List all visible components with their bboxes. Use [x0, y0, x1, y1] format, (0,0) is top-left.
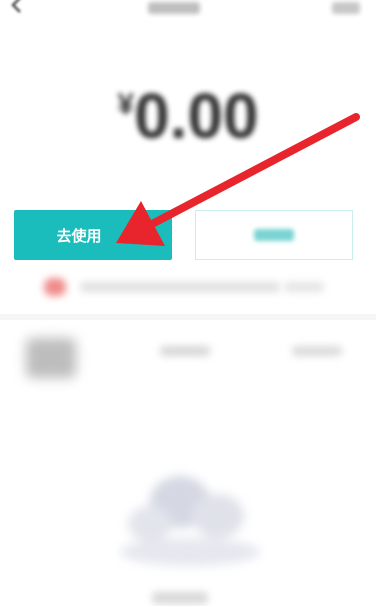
top-bar	[0, 0, 376, 24]
notice-row[interactable]	[30, 272, 350, 300]
secondary-button-label	[254, 229, 294, 241]
currency-symbol: ¥	[117, 88, 135, 121]
notice-text	[80, 282, 280, 292]
page-title	[148, 2, 200, 14]
record-column-label	[160, 346, 210, 356]
notice-icon	[44, 278, 66, 296]
notice-link[interactable]	[284, 282, 324, 292]
balance-amount: ¥0.00	[0, 84, 376, 148]
secondary-button[interactable]	[195, 210, 353, 260]
use-button-label: 去使用	[56, 226, 102, 245]
record-column-label-right	[292, 346, 342, 356]
section-divider	[0, 314, 376, 320]
record-thumbnail	[26, 338, 76, 378]
empty-state-caption	[152, 592, 208, 604]
more-menu[interactable]	[332, 2, 360, 14]
amount-value: 0.00	[134, 80, 259, 152]
record-header-row	[0, 326, 376, 386]
empty-state-icon	[120, 476, 260, 566]
chevron-left-icon[interactable]	[6, 0, 28, 16]
use-button[interactable]: 去使用	[14, 210, 172, 260]
